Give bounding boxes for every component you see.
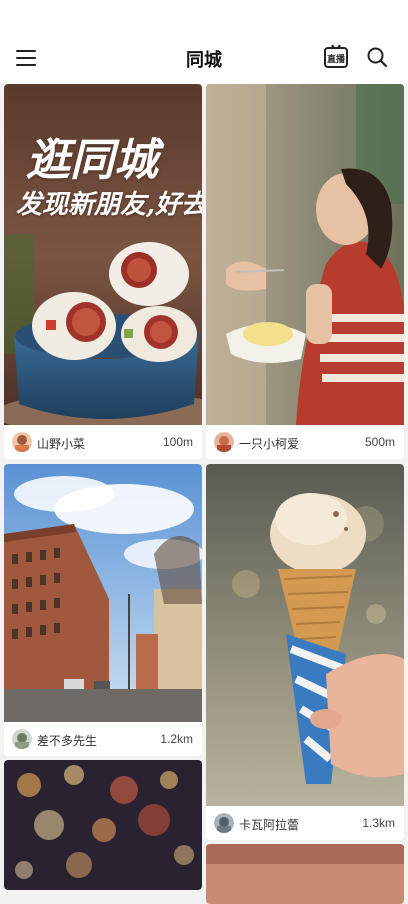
feed-card[interactable]	[4, 760, 202, 890]
username[interactable]: 山野小菜	[37, 435, 85, 452]
overlay-subline: 发现新朋友,好去处	[16, 190, 202, 220]
avatar[interactable]	[12, 432, 32, 452]
feed-card[interactable]: 差不多先生 1.2km	[4, 464, 202, 756]
card-image-bokeh	[4, 760, 202, 890]
distance: 1.2km	[160, 732, 193, 746]
card-meta: 差不多先生 1.2km	[4, 722, 202, 756]
distance: 1.3km	[362, 816, 395, 830]
username[interactable]: 一只小柯爱	[239, 435, 299, 452]
avatar[interactable]	[214, 813, 234, 833]
search-button[interactable]	[366, 46, 388, 68]
avatar[interactable]	[214, 432, 234, 452]
card-image-ice-cream	[206, 464, 404, 806]
overlay-headline: 逛同城	[26, 135, 158, 186]
live-button[interactable]: 直播	[323, 44, 349, 70]
search-icon	[367, 47, 388, 68]
distance: 500m	[364, 435, 395, 449]
card-meta: 一只小柯爱 500m	[206, 425, 404, 459]
live-label: 直播	[327, 53, 346, 65]
card-meta: 山野小菜 100m	[4, 425, 202, 459]
feed-card[interactable]: 逛同城 发现新朋友,好去处 山野小菜 100m	[4, 84, 202, 459]
card-image-partial	[206, 844, 404, 904]
distance: 100m	[162, 435, 193, 449]
feed-card[interactable]: 一只小柯爱 500m	[206, 84, 404, 459]
feed-card[interactable]	[206, 844, 404, 904]
live-tv-icon: 直播	[324, 44, 348, 68]
card-image-portrait	[206, 84, 404, 425]
card-meta: 卡瓦阿拉蕾 1.3km	[206, 806, 404, 840]
card-image-street	[4, 464, 202, 722]
feed-grid: 逛同城 发现新朋友,好去处 山野小菜 100m	[0, 84, 408, 904]
top-bar: 同城 直播	[0, 0, 408, 84]
username[interactable]: 差不多先生	[37, 732, 97, 749]
feed-card[interactable]: 卡瓦阿拉蕾 1.3km	[206, 464, 404, 840]
username[interactable]: 卡瓦阿拉蕾	[239, 816, 299, 833]
avatar[interactable]	[12, 729, 32, 749]
